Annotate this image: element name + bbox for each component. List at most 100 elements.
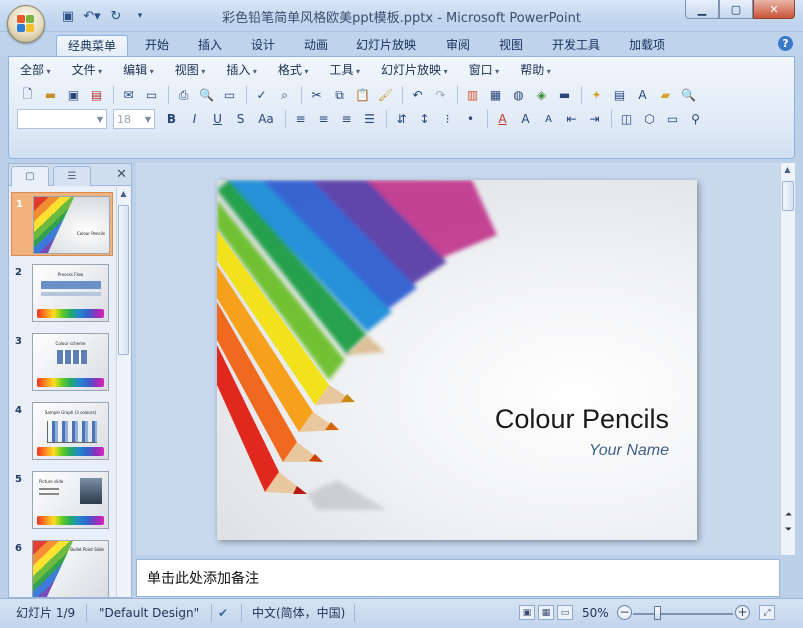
slide-thumbnail[interactable]: 2 Process Flow bbox=[11, 261, 113, 325]
menu-edit[interactable]: 编辑 bbox=[115, 60, 162, 80]
slide-icon[interactable]: ▭ bbox=[219, 85, 240, 105]
slide-thumbnail[interactable]: 5 Picture slide bbox=[11, 468, 113, 532]
spellcheck-icon[interactable]: ✔ bbox=[218, 603, 228, 623]
outline-tab[interactable]: ☰ bbox=[53, 166, 91, 186]
menu-tools[interactable]: 工具 bbox=[321, 60, 368, 80]
menu-all[interactable]: 全部 bbox=[12, 60, 59, 80]
align-right-icon[interactable]: ≡ bbox=[336, 109, 357, 129]
zoom-slider-thumb[interactable] bbox=[654, 606, 661, 620]
arrange-icon[interactable]: ◫ bbox=[616, 109, 637, 129]
menu-insert[interactable]: 插入 bbox=[218, 60, 265, 80]
slide-thumbnail[interactable]: 4 Sample Graph (3 colours) bbox=[11, 399, 113, 463]
bold-icon[interactable]: B bbox=[161, 109, 182, 129]
increase-indent-icon[interactable]: ⇥ bbox=[584, 109, 605, 129]
tab-design[interactable]: 设计 bbox=[240, 35, 286, 56]
slide-thumbnail[interactable]: 1 Colour Pencils bbox=[11, 192, 113, 256]
italic-icon[interactable]: I bbox=[184, 109, 205, 129]
smartart-icon[interactable]: ◈ bbox=[531, 85, 552, 105]
tab-insert[interactable]: 插入 bbox=[187, 35, 233, 56]
tab-classic-menu[interactable]: 经典菜单 bbox=[56, 35, 129, 56]
menu-window[interactable]: 窗口 bbox=[461, 60, 508, 80]
zoom-icon[interactable]: 🔍 bbox=[678, 85, 699, 105]
decrease-indent-icon[interactable]: ⇤ bbox=[561, 109, 582, 129]
zoom-slider[interactable] bbox=[633, 613, 733, 615]
font-size-combo[interactable]: 18 ▼ bbox=[113, 109, 155, 129]
table-icon[interactable]: ▦ bbox=[485, 85, 506, 105]
new-slide-icon[interactable]: ✦ bbox=[586, 85, 607, 105]
tab-review[interactable]: 审阅 bbox=[435, 35, 481, 56]
open-icon[interactable]: ▬ bbox=[40, 85, 61, 105]
cut-icon[interactable]: ✂ bbox=[306, 85, 327, 105]
tab-addins[interactable]: 加载项 bbox=[618, 35, 676, 56]
scroll-up-icon[interactable]: ▲ bbox=[117, 187, 130, 201]
print-preview-icon[interactable]: ▭ bbox=[141, 85, 162, 105]
close-icon[interactable]: ✕ bbox=[116, 167, 127, 182]
menu-file[interactable]: 文件 bbox=[64, 60, 111, 80]
slide-sorter-icon[interactable]: ▦ bbox=[538, 605, 554, 620]
tab-view[interactable]: 视图 bbox=[488, 35, 534, 56]
current-slide[interactable]: Colour Pencils Your Name bbox=[217, 180, 697, 540]
research-icon[interactable]: ⌕ bbox=[274, 85, 295, 105]
scroll-up-icon[interactable]: ▲ bbox=[781, 163, 794, 177]
format-painter-icon[interactable]: 🖌 bbox=[375, 85, 396, 105]
zoom-out-icon[interactable]: − bbox=[617, 605, 632, 620]
tab-developer[interactable]: 开发工具 bbox=[541, 35, 611, 56]
underline-icon[interactable]: U bbox=[207, 109, 228, 129]
numbering-icon[interactable]: ⁝ bbox=[437, 109, 458, 129]
scroll-thumb[interactable] bbox=[118, 205, 129, 355]
align-left-icon[interactable]: ≡ bbox=[290, 109, 311, 129]
help-icon[interactable]: ? bbox=[778, 36, 793, 51]
minimize-icon[interactable]: ▁ bbox=[685, 0, 719, 19]
shape-fill-icon[interactable]: ⚲ bbox=[685, 109, 706, 129]
clipart-icon[interactable]: ◍ bbox=[508, 85, 529, 105]
slide-thumbnail[interactable]: 6 Bullet Point Slide bbox=[11, 537, 113, 597]
preview-icon[interactable]: 🔍 bbox=[196, 85, 217, 105]
grow-font-icon[interactable]: A bbox=[515, 109, 536, 129]
email-icon[interactable]: ✉ bbox=[118, 85, 139, 105]
menu-help[interactable]: 帮助 bbox=[512, 60, 559, 80]
textbox-icon[interactable]: A bbox=[632, 85, 653, 105]
menu-view[interactable]: 视图 bbox=[167, 60, 214, 80]
spelling-icon[interactable]: ✓ bbox=[251, 85, 272, 105]
undo-icon[interactable]: ↶ bbox=[407, 85, 428, 105]
close-icon[interactable]: ✕ bbox=[753, 0, 795, 19]
scroll-thumb[interactable] bbox=[782, 181, 794, 211]
maximize-icon[interactable]: ▢ bbox=[719, 0, 753, 19]
fit-to-window-icon[interactable]: ⤢ bbox=[759, 605, 775, 620]
permission-icon[interactable]: ▤ bbox=[86, 85, 107, 105]
print-icon[interactable]: ⎙ bbox=[173, 85, 194, 105]
change-case-icon[interactable]: Aa bbox=[253, 109, 279, 129]
office-button[interactable] bbox=[7, 5, 45, 43]
tab-animations[interactable]: 动画 bbox=[293, 35, 339, 56]
zoom-level[interactable]: 50% bbox=[582, 603, 609, 623]
slide-subtitle[interactable]: Your Name bbox=[589, 442, 669, 460]
justify-icon[interactable]: ☰ bbox=[359, 109, 380, 129]
font-color-icon[interactable]: A bbox=[492, 109, 513, 129]
line-spacing-icon[interactable]: ↕ bbox=[414, 109, 435, 129]
slideshow-view-icon[interactable]: ▭ bbox=[557, 605, 573, 620]
tab-slideshow[interactable]: 幻灯片放映 bbox=[345, 35, 427, 56]
copy-icon[interactable]: ⧉ bbox=[329, 85, 350, 105]
notes-pane[interactable]: 单击此处添加备注 bbox=[136, 559, 780, 597]
slides-scrollbar[interactable]: ▲ bbox=[116, 187, 130, 597]
previous-slide-icon[interactable]: ⏶ bbox=[783, 509, 794, 523]
shape-effects-icon[interactable]: ▭ bbox=[662, 109, 683, 129]
chart-icon[interactable]: ▥ bbox=[462, 85, 483, 105]
bullets-icon[interactable]: • bbox=[460, 109, 481, 129]
folder-icon[interactable]: ▰ bbox=[655, 85, 676, 105]
zoom-in-icon[interactable]: + bbox=[735, 605, 750, 620]
save-icon[interactable]: ▣ bbox=[63, 85, 84, 105]
menu-format[interactable]: 格式 bbox=[270, 60, 317, 80]
tab-home[interactable]: 开始 bbox=[134, 35, 180, 56]
slide-thumbnail[interactable]: 3 Colour scheme bbox=[11, 330, 113, 394]
slides-tab[interactable]: ▢ bbox=[11, 166, 49, 186]
strikethrough-icon[interactable]: S bbox=[230, 109, 251, 129]
redo-icon[interactable]: ↷ bbox=[430, 85, 451, 105]
layout-icon[interactable]: ▤ bbox=[609, 85, 630, 105]
next-slide-icon[interactable]: ⏷ bbox=[783, 524, 794, 538]
align-center-icon[interactable]: ≡ bbox=[313, 109, 334, 129]
text-direction-icon[interactable]: ⇵ bbox=[391, 109, 412, 129]
shrink-font-icon[interactable]: A bbox=[538, 109, 559, 129]
menu-slideshow[interactable]: 幻灯片放映 bbox=[373, 60, 456, 80]
new-icon[interactable]: 🗋 bbox=[17, 85, 38, 105]
